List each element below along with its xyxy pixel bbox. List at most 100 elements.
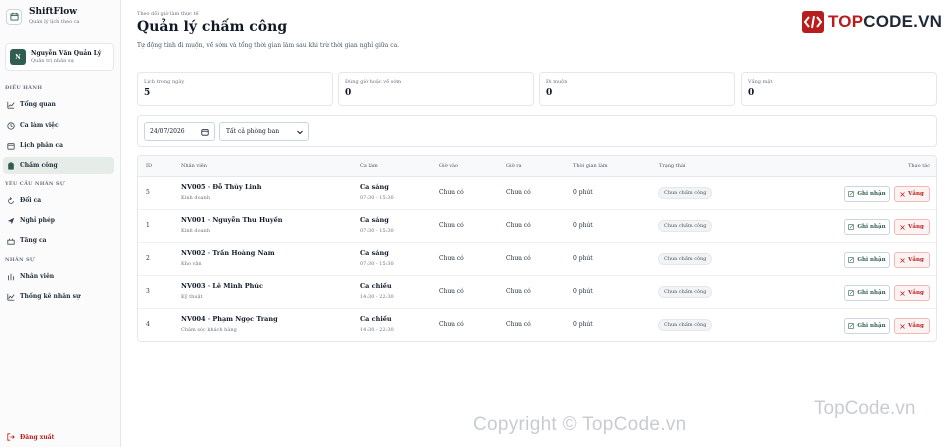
- stat-label: Lịch trong ngày: [144, 79, 185, 85]
- record-button[interactable]: Ghi nhận: [844, 252, 890, 268]
- row-id: 1: [146, 222, 150, 229]
- absent-button[interactable]: Vắng: [894, 318, 930, 334]
- employee-name: NV001 · Nguyễn Thu Huyền: [181, 216, 283, 224]
- shift-name: Ca chiều: [360, 315, 392, 323]
- column-header-id: ID: [146, 163, 152, 169]
- topcode-watermark: TopCode.vn: [814, 398, 916, 419]
- row-id: 2: [146, 255, 150, 262]
- clock-plus-icon: [7, 238, 15, 245]
- record-button[interactable]: Ghi nhận: [844, 186, 890, 202]
- absent-button[interactable]: Vắng: [894, 219, 930, 235]
- shift-name: Ca sáng: [360, 216, 389, 224]
- clock-icon: [7, 121, 15, 130]
- sidebar-item-label: Tăng ca: [20, 237, 47, 244]
- row-id: 3: [146, 288, 150, 295]
- record-button[interactable]: Ghi nhận: [844, 318, 890, 334]
- work-duration: 0 phút: [573, 189, 593, 196]
- sidebar-item-label: Thống kê nhân sự: [20, 293, 81, 300]
- sidebar-item-overtime[interactable]: Tăng ca: [3, 232, 114, 249]
- department-value: Tất cả phòng ban: [226, 128, 280, 135]
- absent-button[interactable]: Vắng: [894, 285, 930, 301]
- check-in-time: Chưa có: [439, 321, 464, 328]
- column-header-status: Trạng thái: [659, 163, 686, 169]
- shift-name: Ca sáng: [360, 183, 389, 191]
- clipboard-icon: [8, 161, 14, 170]
- sidebar-item-employees[interactable]: Nhân viên: [3, 268, 114, 285]
- column-header-shift: Ca làm: [360, 163, 378, 169]
- sidebar-item-overview[interactable]: Tổng quan: [3, 96, 114, 113]
- record-button[interactable]: Ghi nhận: [844, 219, 890, 235]
- calendar-logo-icon: [6, 8, 22, 25]
- row-id: 4: [146, 321, 150, 328]
- close-icon: [900, 290, 905, 296]
- department-select[interactable]: Tất cả phòng ban: [219, 122, 309, 141]
- edit-icon: [848, 191, 855, 197]
- stat-value: 0: [748, 88, 755, 98]
- sidebar-item-label: Chấm công: [20, 162, 58, 169]
- sidebar-item-swap-shift[interactable]: Đổi ca: [3, 192, 114, 209]
- stat-card-late: Đi muộn 0: [539, 72, 735, 106]
- logout-icon: [7, 433, 15, 441]
- employee-department: Kinh doanh: [181, 195, 210, 201]
- absent-button-label: Vắng: [908, 290, 924, 296]
- avatar: N: [10, 49, 26, 65]
- page-subtitle: Tự động tính đi muộn, về sớm và tổng thờ…: [137, 42, 400, 49]
- sidebar-item-label: Nhân viên: [20, 273, 55, 280]
- date-picker[interactable]: 24/07/2026: [144, 122, 215, 141]
- calendar-icon: [7, 142, 15, 150]
- sidebar-item-shifts[interactable]: Ca làm việc: [3, 117, 114, 134]
- employee-department: Kho vận: [181, 261, 202, 267]
- brand[interactable]: ShiftFlow Quản lý lịch theo ca: [0, 0, 120, 33]
- absent-button[interactable]: Vắng: [894, 186, 930, 202]
- check-in-time: Chưa có: [439, 255, 464, 262]
- logout-button[interactable]: Đăng xuất: [3, 429, 54, 445]
- user-card[interactable]: N Nguyễn Văn Quản Lý Quản trị nhân sự: [5, 43, 114, 71]
- sidebar-item-label: Tổng quan: [20, 101, 56, 108]
- absent-button[interactable]: Vắng: [894, 252, 930, 268]
- column-header-check-out: Giờ ra: [506, 163, 522, 169]
- close-icon: [900, 257, 905, 263]
- table-row: 1 NV001 · Nguyễn Thu Huyền Kinh doanh Ca sá…: [138, 210, 936, 243]
- brand-name: ShiftFlow: [29, 7, 78, 17]
- stat-label: Vắng mặt: [748, 79, 773, 85]
- absent-button-label: Vắng: [908, 224, 924, 230]
- stat-card-scheduled: Lịch trong ngày 5: [137, 72, 333, 106]
- stat-card-absent: Vắng mặt 0: [741, 72, 937, 106]
- check-in-time: Chưa có: [439, 222, 464, 229]
- attendance-table: ID Nhân viên Ca làm Giờ vào Giờ ra Thời …: [137, 155, 937, 342]
- sidebar-item-label: Lịch phân ca: [20, 142, 64, 149]
- main-content: Theo dõi giờ làm thực tế Quản lý chấm cô…: [121, 0, 950, 447]
- calendar-icon[interactable]: [201, 128, 209, 136]
- edit-icon: [848, 323, 855, 329]
- sidebar: ShiftFlow Quản lý lịch theo ca N Nguyễn …: [0, 0, 121, 447]
- stat-label: Đúng giờ hoặc về sớm: [345, 79, 402, 85]
- sidebar-item-leave[interactable]: Nghỉ phép: [3, 212, 114, 229]
- sidebar-item-label: Đổi ca: [20, 197, 42, 204]
- absent-button-label: Vắng: [908, 323, 924, 329]
- sidebar-item-hr-stats[interactable]: Thống kê nhân sự: [3, 288, 114, 305]
- stat-value: 0: [345, 88, 352, 98]
- absent-button-label: Vắng: [908, 257, 924, 263]
- table-header: ID Nhân viên Ca làm Giờ vào Giờ ra Thời …: [138, 156, 936, 177]
- check-out-time: Chưa có: [506, 222, 531, 229]
- edit-icon: [848, 290, 855, 296]
- check-in-time: Chưa có: [439, 288, 464, 295]
- chart-line-icon: [7, 101, 15, 109]
- table-row: 3 NV003 · Lê Minh Phúc Kỹ thuật Ca chiều 14:…: [138, 276, 936, 309]
- topcode-logo: TOPCODE.VN: [801, 10, 942, 34]
- sidebar-item-schedule[interactable]: Lịch phân ca: [3, 137, 114, 154]
- record-button[interactable]: Ghi nhận: [844, 285, 890, 301]
- employee-name: NV002 · Trần Hoàng Nam: [181, 249, 275, 257]
- stat-value: 5: [144, 88, 151, 98]
- sidebar-item-attendance[interactable]: Chấm công: [3, 157, 114, 174]
- topcode-logo-icon: [802, 11, 824, 33]
- status-badge: Chưa chấm công: [658, 253, 713, 265]
- section-label-requests: YÊU CẦU NHÂN SỰ: [5, 181, 65, 187]
- record-button-label: Ghi nhận: [857, 323, 886, 329]
- user-name: Nguyễn Văn Quản Lý: [31, 49, 102, 57]
- record-button-label: Ghi nhận: [857, 257, 886, 263]
- employee-department: Chăm sóc khách hàng: [181, 327, 237, 333]
- close-icon: [900, 191, 905, 197]
- work-duration: 0 phút: [573, 222, 593, 229]
- check-out-time: Chưa có: [506, 255, 531, 262]
